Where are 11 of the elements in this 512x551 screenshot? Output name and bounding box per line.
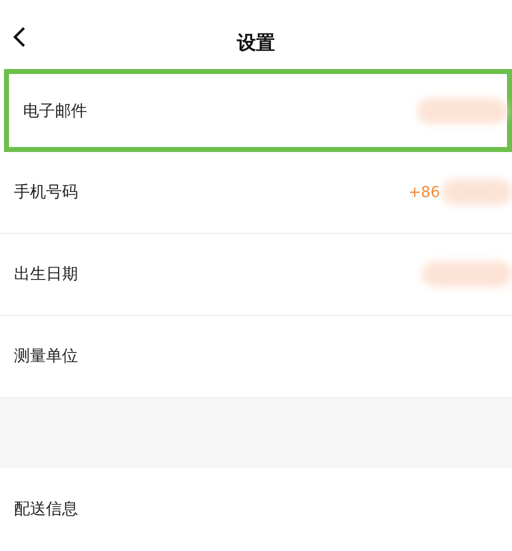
setting-label: 电子邮件 xyxy=(23,100,87,122)
setting-row[interactable]: 手机号码 +86 xyxy=(0,152,512,234)
highlighted-setting-row[interactable]: 电子邮件 xyxy=(4,69,512,152)
setting-row[interactable]: 出生日期 xyxy=(0,234,512,316)
setting-value: +86 xyxy=(408,182,440,203)
back-icon[interactable] xyxy=(12,26,26,48)
setting-label: 手机号码 xyxy=(14,181,78,204)
setting-label: 测量单位 xyxy=(14,345,78,368)
page-title: 设置 xyxy=(237,30,275,56)
setting-label: 出生日期 xyxy=(14,263,78,286)
setting-label: 配送信息 xyxy=(14,498,78,520)
